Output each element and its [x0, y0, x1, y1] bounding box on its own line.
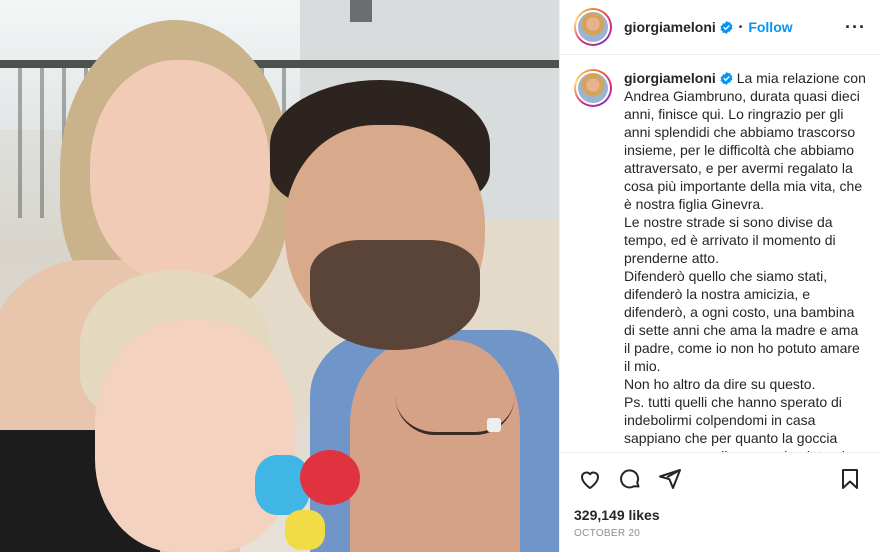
likes-count[interactable]: 329,149 likes — [560, 504, 880, 526]
post-side-panel: giorgiameloni • Follow ··· giorgiameloni… — [559, 0, 880, 552]
photo-baby-face — [95, 320, 295, 552]
photo-woman-face — [90, 60, 270, 280]
photo-window — [350, 0, 372, 22]
caption-paragraph-5: Ps. tutti quelli che hanno sperato di in… — [624, 394, 853, 452]
photo-chest — [350, 340, 520, 552]
caption-paragraph-4: Non ho altro da dire su questo. — [624, 376, 816, 392]
photo-pendant — [487, 418, 501, 432]
post-header: giorgiameloni • Follow ··· — [560, 0, 880, 55]
photo-railing — [0, 60, 559, 68]
comment-icon[interactable] — [610, 459, 650, 499]
caption-username[interactable]: giorgiameloni — [624, 70, 716, 86]
caption-line: La mia relazione con Andrea Giambruno, d… — [624, 70, 866, 212]
verified-badge-icon — [720, 20, 733, 34]
avatar-image — [576, 10, 610, 44]
caption-avatar[interactable] — [574, 69, 612, 107]
caption-area: giorgiameloni La mia relazione con Andre… — [560, 55, 880, 452]
action-bar — [560, 452, 880, 504]
avatar[interactable] — [574, 8, 612, 46]
separator-dot: • — [738, 21, 743, 33]
header-username[interactable]: giorgiameloni — [624, 19, 716, 35]
caption-avatar-image — [576, 71, 610, 105]
post-photo[interactable] — [0, 0, 559, 552]
follow-button[interactable]: Follow — [748, 19, 792, 35]
caption-paragraph-2: Le nostre strade si sono divise da tempo… — [624, 214, 836, 266]
more-options-icon[interactable]: ··· — [845, 17, 866, 38]
photo-toy-red — [300, 450, 360, 505]
caption-paragraph-1: giorgiameloni La mia relazione con Andre… — [624, 69, 866, 213]
caption-text: giorgiameloni La mia relazione con Andre… — [624, 69, 866, 452]
post-viewer: giorgiameloni • Follow ··· giorgiameloni… — [0, 0, 880, 552]
verified-badge-icon — [720, 72, 733, 85]
photo-toy-yellow — [285, 510, 325, 550]
bookmark-icon[interactable] — [830, 459, 870, 499]
heart-icon[interactable] — [570, 459, 610, 499]
photo-beard — [310, 240, 480, 350]
share-icon[interactable] — [650, 459, 690, 499]
caption-paragraph-3: Difenderò quello che siamo stati, difend… — [624, 268, 860, 374]
post-date[interactable]: OCTOBER 20 — [560, 526, 880, 552]
